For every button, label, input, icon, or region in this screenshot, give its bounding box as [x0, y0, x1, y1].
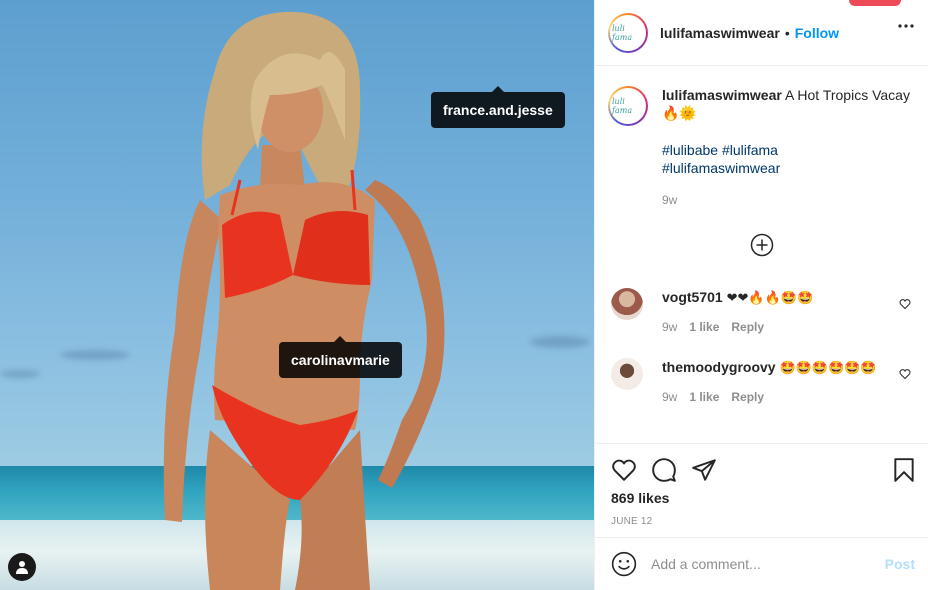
hashtag-line[interactable]: #lulibabe #lulifama — [662, 141, 918, 159]
comment-text: 🤩🤩🤩🤩🤩🤩 — [779, 361, 877, 376]
caption-text-block: lulifamaswimwear A Hot Tropics Vacay 🔥🌞 — [662, 86, 918, 122]
tagged-users-button[interactable] — [8, 553, 36, 581]
comment-item: themoodygroovy 🤩🤩🤩🤩🤩🤩 9w 1 like Reply — [611, 358, 911, 404]
comment-time[interactable]: 9w — [662, 390, 677, 404]
post-photo[interactable]: france.and.jesse carolinavmarie — [0, 0, 594, 590]
comment-like-heart-icon[interactable] — [899, 298, 911, 310]
comment-input[interactable] — [651, 556, 871, 572]
comment-bubble-icon[interactable] — [651, 457, 677, 483]
brand-logo: luli fama — [610, 88, 646, 124]
post-side-panel: luli fama lulifamaswimwear • Follow luli… — [594, 0, 928, 590]
commenter-avatar[interactable] — [611, 358, 643, 390]
caption-hashtags: #lulibabe #lulifama #lulifamaswimwear — [662, 141, 918, 177]
reply-button[interactable]: Reply — [731, 320, 764, 334]
post-header: luli fama lulifamaswimwear • Follow — [595, 0, 928, 66]
more-horizontal-icon[interactable] — [898, 24, 914, 28]
author-username[interactable]: lulifamaswimwear — [660, 25, 780, 41]
comment-time[interactable]: 9w — [662, 320, 677, 334]
comment-username[interactable]: themoodygroovy — [662, 359, 776, 375]
user-tag-carolinavmarie[interactable]: carolinavmarie — [279, 336, 402, 378]
follow-button[interactable]: Follow — [795, 25, 839, 41]
share-paper-plane-icon[interactable] — [691, 457, 717, 483]
comment-likes[interactable]: 1 like — [689, 390, 719, 404]
comment-likes[interactable]: 1 like — [689, 320, 719, 334]
comment-composer: Post — [595, 537, 928, 590]
comment-like-heart-icon[interactable] — [899, 368, 911, 380]
comment-text: ❤❤🔥🔥🤩🤩 — [726, 291, 814, 306]
post-comment-button[interactable]: Post — [885, 556, 915, 572]
comment-item: vogt5701 ❤❤🔥🔥🤩🤩 9w 1 like Reply — [611, 288, 911, 334]
commenter-avatar[interactable] — [611, 288, 643, 320]
likes-count[interactable]: 869 likes — [611, 490, 669, 506]
reply-button[interactable]: Reply — [731, 390, 764, 404]
post-caption: luli fama lulifamaswimwear A Hot Tropics… — [608, 86, 918, 207]
brand-logo: luli fama — [610, 14, 646, 51]
separator-dot: • — [784, 24, 790, 41]
save-bookmark-icon[interactable] — [891, 457, 917, 483]
user-icon — [16, 561, 28, 574]
caption-avatar[interactable]: luli fama — [608, 86, 648, 126]
author-avatar[interactable]: luli fama — [608, 12, 648, 53]
post-actions: 869 likes JUNE 12 — [595, 443, 928, 537]
comment-username[interactable]: vogt5701 — [662, 289, 723, 305]
model-figure — [163, 11, 445, 590]
load-more-comments-icon[interactable] — [750, 233, 774, 257]
caption-username[interactable]: lulifamaswimwear — [662, 87, 782, 103]
user-tag-france-and-jesse[interactable]: france.and.jesse — [431, 86, 565, 128]
post-date[interactable]: JUNE 12 — [611, 516, 652, 527]
hashtag-line[interactable]: #lulifamaswimwear — [662, 159, 918, 177]
caption-timestamp[interactable]: 9w — [662, 193, 918, 207]
like-heart-icon[interactable] — [611, 457, 637, 483]
emoji-smiley-icon[interactable] — [611, 551, 637, 577]
